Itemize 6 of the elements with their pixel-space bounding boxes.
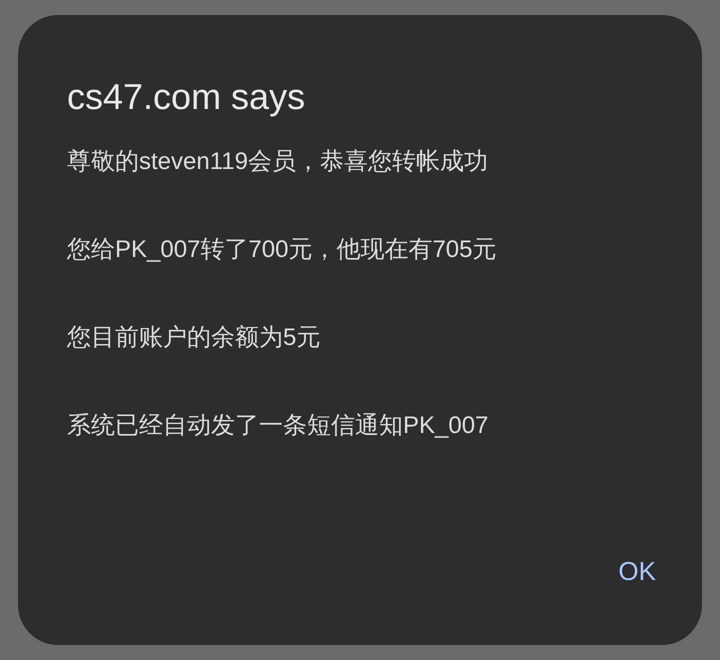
message-line: 您目前账户的余额为5元 [67,323,322,353]
ok-button[interactable]: OK [606,548,668,595]
message-line: 系统已经自动发了一条短信通知PK_007 [67,411,490,441]
message-line: 尊敬的steven119会员，恭喜您转帐成功 [67,147,489,177]
dialog-title: cs47.com says [67,75,306,119]
message-line: 您给PK_007转了700元，他现在有705元 [67,235,498,265]
